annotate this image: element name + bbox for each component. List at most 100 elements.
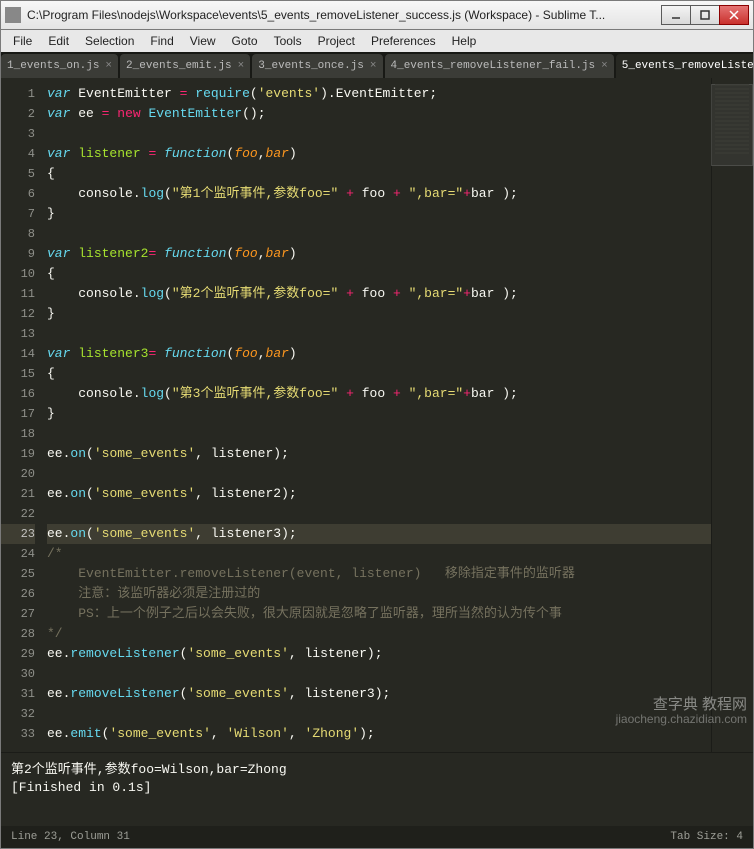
window-titlebar: C:\Program Files\nodejs\Workspace\events… — [0, 0, 754, 30]
line-number: 20 — [1, 464, 35, 484]
tab-label: 1_events_on.js — [7, 60, 99, 72]
line-number: 31 — [1, 684, 35, 704]
code-line[interactable] — [47, 704, 711, 724]
line-number: 10 — [1, 264, 35, 284]
line-number: 8 — [1, 224, 35, 244]
build-output: 第2个监听事件,参数foo=Wilson,bar=Zhong [Finished… — [1, 752, 753, 826]
tab[interactable]: 1_events_on.js × — [1, 54, 118, 78]
line-number: 21 — [1, 484, 35, 504]
tab-label: 3_events_once.js — [258, 60, 364, 72]
close-icon[interactable]: × — [370, 60, 377, 72]
code-line[interactable] — [47, 124, 711, 144]
close-button[interactable] — [719, 5, 749, 25]
close-icon[interactable]: × — [238, 60, 245, 72]
code-line[interactable]: console.log("第3个监听事件,参数foo=" + foo + ",b… — [47, 384, 711, 404]
code-line[interactable]: PS：上一个例子之后以会失败，很大原因就是忽略了监听器，理所当然的认为传个事 — [47, 604, 711, 624]
menu-goto[interactable]: Goto — [224, 32, 266, 50]
tab[interactable]: 3_events_once.js × — [252, 54, 382, 78]
code-line[interactable]: ee.on('some_events', listener3); — [47, 524, 711, 544]
code-line[interactable]: EventEmitter.removeListener(event, liste… — [47, 564, 711, 584]
menu-file[interactable]: File — [5, 32, 40, 50]
line-number: 24 — [1, 544, 35, 564]
code-line[interactable] — [47, 464, 711, 484]
code-line[interactable]: var listener3= function(foo,bar) — [47, 344, 711, 364]
status-position[interactable]: Line 23, Column 31 — [11, 831, 130, 843]
tab[interactable]: 5_events_removeListener_success.js× — [616, 54, 753, 78]
line-number: 5 — [1, 164, 35, 184]
code-line[interactable]: console.log("第1个监听事件,参数foo=" + foo + ",b… — [47, 184, 711, 204]
code-line[interactable]: console.log("第2个监听事件,参数foo=" + foo + ",b… — [47, 284, 711, 304]
code-line[interactable]: var EventEmitter = require('events').Eve… — [47, 84, 711, 104]
code-line[interactable]: var listener = function(foo,bar) — [47, 144, 711, 164]
code-line[interactable]: var listener2= function(foo,bar) — [47, 244, 711, 264]
code-line[interactable]: 注意：该监听器必须是注册过的 — [47, 584, 711, 604]
code-line[interactable]: */ — [47, 624, 711, 644]
line-number: 33 — [1, 724, 35, 744]
tabbar: 1_events_on.js×2_events_emit.js×3_events… — [1, 52, 753, 78]
line-number: 15 — [1, 364, 35, 384]
line-number: 13 — [1, 324, 35, 344]
line-number: 25 — [1, 564, 35, 584]
code-line[interactable]: { — [47, 264, 711, 284]
console-line: 第2个监听事件,参数foo=Wilson,bar=Zhong — [11, 761, 743, 779]
console-line: [Finished in 0.1s] — [11, 779, 743, 797]
tab[interactable]: 4_events_removeListener_fail.js × — [385, 54, 614, 78]
line-number: 23 — [1, 524, 35, 544]
menu-project[interactable]: Project — [310, 32, 363, 50]
line-number: 9 — [1, 244, 35, 264]
code-line[interactable]: ee.removeListener('some_events', listene… — [47, 684, 711, 704]
line-number: 11 — [1, 284, 35, 304]
code-line[interactable]: } — [47, 304, 711, 324]
line-number: 6 — [1, 184, 35, 204]
menu-selection[interactable]: Selection — [77, 32, 142, 50]
line-number: 7 — [1, 204, 35, 224]
menu-find[interactable]: Find — [142, 32, 181, 50]
status-tabsize[interactable]: Tab Size: 4 — [670, 831, 743, 843]
line-number: 3 — [1, 124, 35, 144]
code-line[interactable] — [47, 504, 711, 524]
menu-help[interactable]: Help — [444, 32, 485, 50]
statusbar: Line 23, Column 31 Tab Size: 4 — [1, 826, 753, 848]
code-line[interactable] — [47, 324, 711, 344]
line-number: 32 — [1, 704, 35, 724]
code-line[interactable]: } — [47, 404, 711, 424]
line-number: 28 — [1, 624, 35, 644]
code-line[interactable]: ee.emit('some_events', 'Wilson', 'Zhong'… — [47, 724, 711, 744]
line-number: 27 — [1, 604, 35, 624]
minimap[interactable] — [711, 78, 753, 752]
code-line[interactable]: ee.removeListener('some_events', listene… — [47, 644, 711, 664]
code-line[interactable]: ee.on('some_events', listener); — [47, 444, 711, 464]
code-area[interactable]: var EventEmitter = require('events').Eve… — [43, 78, 711, 752]
menu-view[interactable]: View — [182, 32, 224, 50]
line-number: 26 — [1, 584, 35, 604]
code-line[interactable] — [47, 424, 711, 444]
menu-edit[interactable]: Edit — [40, 32, 77, 50]
line-number: 22 — [1, 504, 35, 524]
tab[interactable]: 2_events_emit.js × — [120, 54, 250, 78]
code-line[interactable]: ee.on('some_events', listener2); — [47, 484, 711, 504]
menu-tools[interactable]: Tools — [266, 32, 310, 50]
code-line[interactable] — [47, 224, 711, 244]
close-icon[interactable]: × — [105, 60, 112, 72]
editor[interactable]: 1234567891011121314151617181920212223242… — [1, 78, 753, 752]
code-line[interactable]: { — [47, 364, 711, 384]
tab-label: 2_events_emit.js — [126, 60, 232, 72]
code-line[interactable]: } — [47, 204, 711, 224]
line-number: 17 — [1, 404, 35, 424]
maximize-button[interactable] — [690, 5, 720, 25]
close-icon[interactable]: × — [601, 60, 608, 72]
code-line[interactable]: /* — [47, 544, 711, 564]
line-number: 18 — [1, 424, 35, 444]
line-number: 19 — [1, 444, 35, 464]
window-buttons — [662, 5, 749, 25]
tab-label: 4_events_removeListener_fail.js — [391, 60, 596, 72]
code-line[interactable] — [47, 664, 711, 684]
line-number: 29 — [1, 644, 35, 664]
line-number: 16 — [1, 384, 35, 404]
code-line[interactable]: var ee = new EventEmitter(); — [47, 104, 711, 124]
menu-preferences[interactable]: Preferences — [363, 32, 444, 50]
line-number: 14 — [1, 344, 35, 364]
line-number: 2 — [1, 104, 35, 124]
code-line[interactable]: { — [47, 164, 711, 184]
minimize-button[interactable] — [661, 5, 691, 25]
